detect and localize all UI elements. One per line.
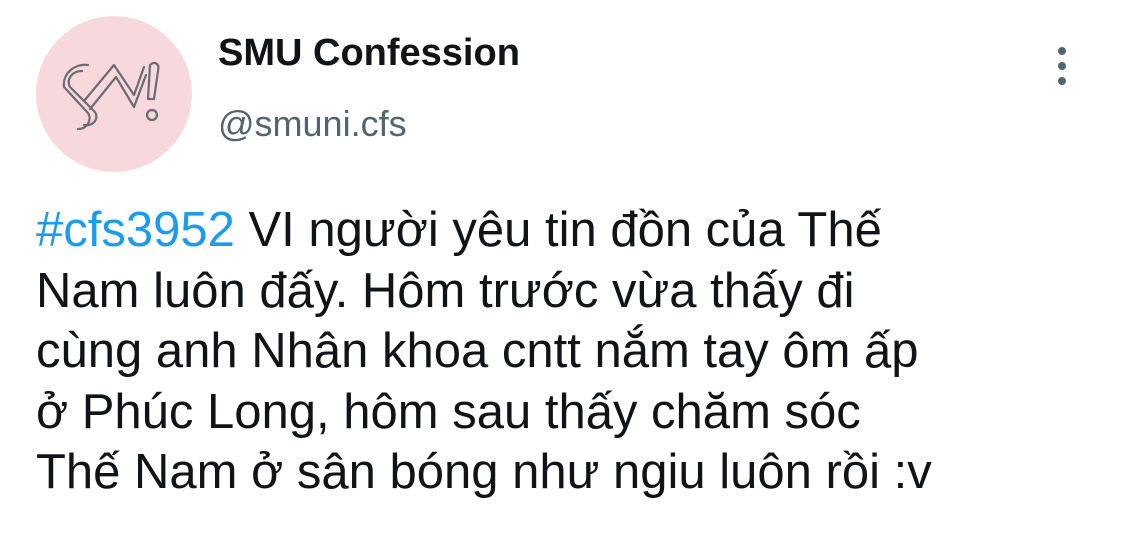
more-vertical-icon-dot — [1058, 77, 1066, 85]
author-display-name[interactable]: SMU Confession — [218, 30, 520, 76]
tweet-line-text: VI người yêu tin đồn của Thế — [234, 203, 882, 257]
tweet-text: #cfs3952 VI người yêu tin đồn của Thế Na… — [36, 200, 1096, 503]
hashtag-link[interactable]: #cfs3952 — [36, 203, 235, 257]
author-handle[interactable]: @smuni.cfs — [218, 102, 407, 146]
tweet-line: ở Phúc Long, hôm sau thấy chăm sóc — [36, 384, 861, 439]
sm-logo-icon — [62, 61, 160, 131]
tweet-line: Nam luôn đấy. Hôm trước vừa thấy đi — [36, 263, 855, 318]
more-options-button[interactable] — [1044, 40, 1080, 92]
tweet-line: Thế Nam ở sân bóng như ngiu luôn rồi :v — [36, 445, 932, 499]
avatar[interactable] — [36, 16, 192, 172]
tweet-line: #cfs3952 VI người yêu tin đồn của Thế — [36, 200, 1096, 261]
tweet-line: cùng anh Nhân khoa cntt nắm tay ôm ấp — [36, 324, 919, 378]
more-vertical-icon — [1058, 47, 1066, 55]
more-vertical-icon-dot — [1058, 62, 1066, 70]
